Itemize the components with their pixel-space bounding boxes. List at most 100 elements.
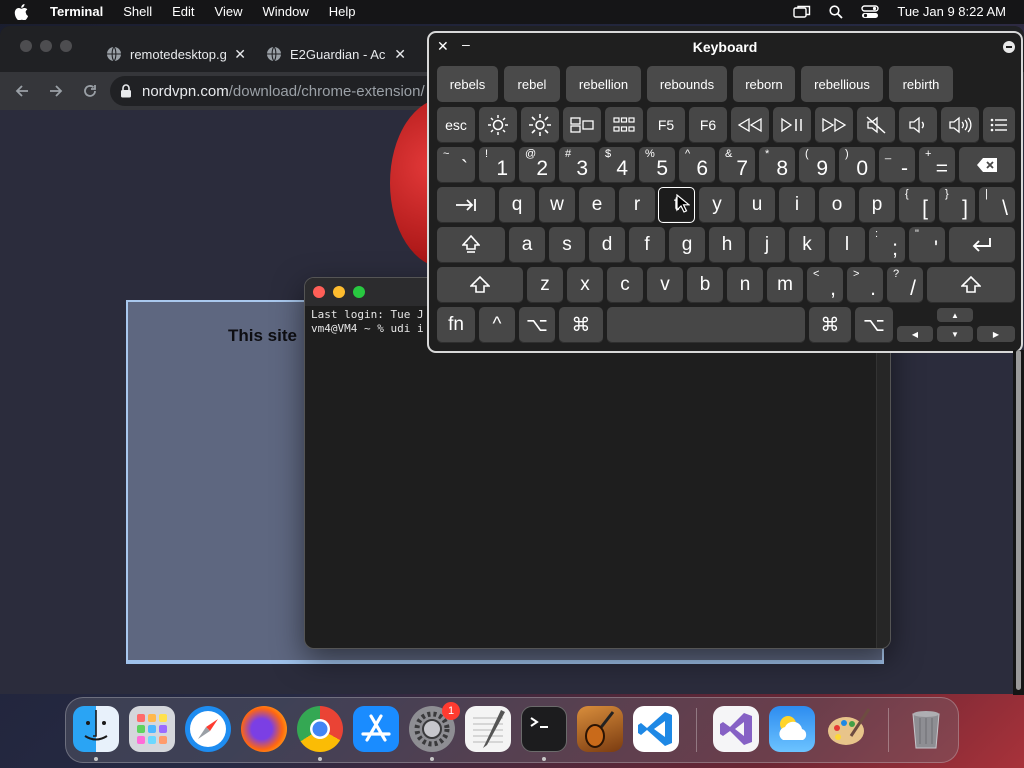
visual-studio-icon[interactable] xyxy=(713,706,759,752)
launchpad-app-icon[interactable] xyxy=(129,706,175,752)
key-right-option[interactable]: ⌥ xyxy=(855,307,893,343)
key-g[interactable]: g xyxy=(669,227,705,263)
key-5[interactable]: % 5 xyxy=(639,147,675,183)
key-a[interactable]: a xyxy=(509,227,545,263)
key-f[interactable]: f xyxy=(629,227,665,263)
tab-e2guardian[interactable]: E2Guardian - Acc ✕ xyxy=(256,36,416,72)
key-right-bracket[interactable]: }] xyxy=(939,187,975,223)
key-f5[interactable]: F5 xyxy=(647,107,685,143)
key-control[interactable]: ^ xyxy=(479,307,515,343)
apple-menu-icon[interactable] xyxy=(14,0,36,24)
key-x[interactable]: x xyxy=(567,267,603,303)
key-j[interactable]: j xyxy=(749,227,785,263)
brightness-down-icon[interactable] xyxy=(479,107,517,143)
tab-key-icon[interactable] xyxy=(437,187,495,223)
lock-icon[interactable] xyxy=(120,84,132,98)
key-esc[interactable]: esc xyxy=(437,107,475,143)
close-tab-icon[interactable]: ✕ xyxy=(394,46,406,63)
key-space[interactable] xyxy=(607,307,805,343)
menu-window[interactable]: Window xyxy=(253,0,319,24)
key-b[interactable]: b xyxy=(687,267,723,303)
key-p[interactable]: p xyxy=(859,187,895,223)
key-o[interactable]: o xyxy=(819,187,855,223)
terminal-close-button[interactable] xyxy=(313,286,325,298)
menu-shell[interactable]: Shell xyxy=(113,0,162,24)
key-m[interactable]: m xyxy=(767,267,803,303)
key-comma[interactable]: <, xyxy=(807,267,843,303)
brightness-up-icon[interactable] xyxy=(521,107,559,143)
finder-icon[interactable] xyxy=(73,706,119,752)
key-r[interactable]: r xyxy=(619,187,655,223)
terminal-zoom-button[interactable] xyxy=(353,286,365,298)
keyboard-title-bar[interactable]: ✕ – Keyboard xyxy=(429,33,1021,61)
left-shift-icon[interactable] xyxy=(437,267,523,303)
key-left-command[interactable]: ⌘ xyxy=(559,307,603,343)
key-4[interactable]: $4 xyxy=(599,147,635,183)
safari-icon[interactable] xyxy=(185,706,231,752)
key-9[interactable]: (9 xyxy=(799,147,835,183)
key-d[interactable]: d xyxy=(589,227,625,263)
reload-icon[interactable] xyxy=(74,75,106,107)
key-z[interactable]: z xyxy=(527,267,563,303)
terminal-scrollbar[interactable] xyxy=(876,306,890,648)
key-i[interactable]: i xyxy=(779,187,815,223)
suggestion-rebel[interactable]: rebel xyxy=(504,66,560,102)
key-1[interactable]: ! 1 xyxy=(479,147,515,183)
suggestion-rebirth[interactable]: rebirth xyxy=(889,66,953,102)
key-q[interactable]: q xyxy=(499,187,535,223)
key-l[interactable]: l xyxy=(829,227,865,263)
suggestion-rebellious[interactable]: rebellious xyxy=(801,66,883,102)
key-7[interactable]: & 7 xyxy=(719,147,755,183)
right-shift-icon[interactable] xyxy=(927,267,1015,303)
delete-icon[interactable] xyxy=(959,147,1015,183)
back-arrow-icon[interactable] xyxy=(6,75,38,107)
close-tab-icon[interactable]: ✕ xyxy=(234,46,246,63)
menu-help[interactable]: Help xyxy=(319,0,366,24)
key-k[interactable]: k xyxy=(789,227,825,263)
caps-lock-icon[interactable] xyxy=(437,227,505,263)
key-3[interactable]: #3 xyxy=(559,147,595,183)
play-pause-icon[interactable] xyxy=(773,107,811,143)
trash-icon[interactable] xyxy=(903,706,949,752)
close-window-button[interactable] xyxy=(20,40,32,52)
key-v[interactable]: v xyxy=(647,267,683,303)
key-minus[interactable]: _ - xyxy=(879,147,915,183)
terminal-app-icon[interactable] xyxy=(521,706,567,752)
key-e[interactable]: e xyxy=(579,187,615,223)
firefox-icon[interactable] xyxy=(241,706,287,752)
key-right-command[interactable]: ⌘ xyxy=(809,307,851,343)
spotlight-search-icon[interactable] xyxy=(819,0,853,24)
chrome-icon[interactable] xyxy=(297,706,343,752)
key-f6[interactable]: F6 xyxy=(689,107,727,143)
paintbrush-icon[interactable] xyxy=(825,706,871,752)
key-t[interactable]: t xyxy=(658,187,695,223)
control-center-icon[interactable] xyxy=(853,0,887,24)
menu-edit[interactable]: Edit xyxy=(162,0,204,24)
zoom-window-button[interactable] xyxy=(60,40,72,52)
app-store-icon[interactable] xyxy=(353,706,399,752)
key-c[interactable]: c xyxy=(607,267,643,303)
mute-icon[interactable] xyxy=(857,107,895,143)
launchpad-icon[interactable] xyxy=(605,107,643,143)
key-6[interactable]: ^ 6 xyxy=(679,147,715,183)
key-left-bracket[interactable]: {[ xyxy=(899,187,935,223)
tab-remotedesktop[interactable]: remotedesktop.g ✕ xyxy=(96,36,256,72)
menu-clock[interactable]: Tue Jan 9 8:22 AM xyxy=(887,0,1024,24)
menu-view[interactable]: View xyxy=(205,0,253,24)
key-h[interactable]: h xyxy=(709,227,745,263)
weather-icon[interactable] xyxy=(769,706,815,752)
key-fn[interactable]: fn xyxy=(437,307,475,343)
key-n[interactable]: n xyxy=(727,267,763,303)
key-equals[interactable]: + = xyxy=(919,147,955,183)
key-backtick[interactable]: ~ ` xyxy=(437,147,475,183)
options-icon[interactable] xyxy=(1003,41,1015,53)
menu-app-name[interactable]: Terminal xyxy=(36,0,113,24)
key-w[interactable]: w xyxy=(539,187,575,223)
key-y[interactable]: y xyxy=(699,187,735,223)
list-menu-icon[interactable] xyxy=(983,107,1015,143)
suggestion-rebellion[interactable]: rebellion xyxy=(566,66,641,102)
key-backslash[interactable]: | \ xyxy=(979,187,1015,223)
suggestion-reborn[interactable]: reborn xyxy=(733,66,795,102)
volume-up-icon[interactable] xyxy=(941,107,979,143)
screen-mirroring-icon[interactable] xyxy=(785,0,819,24)
